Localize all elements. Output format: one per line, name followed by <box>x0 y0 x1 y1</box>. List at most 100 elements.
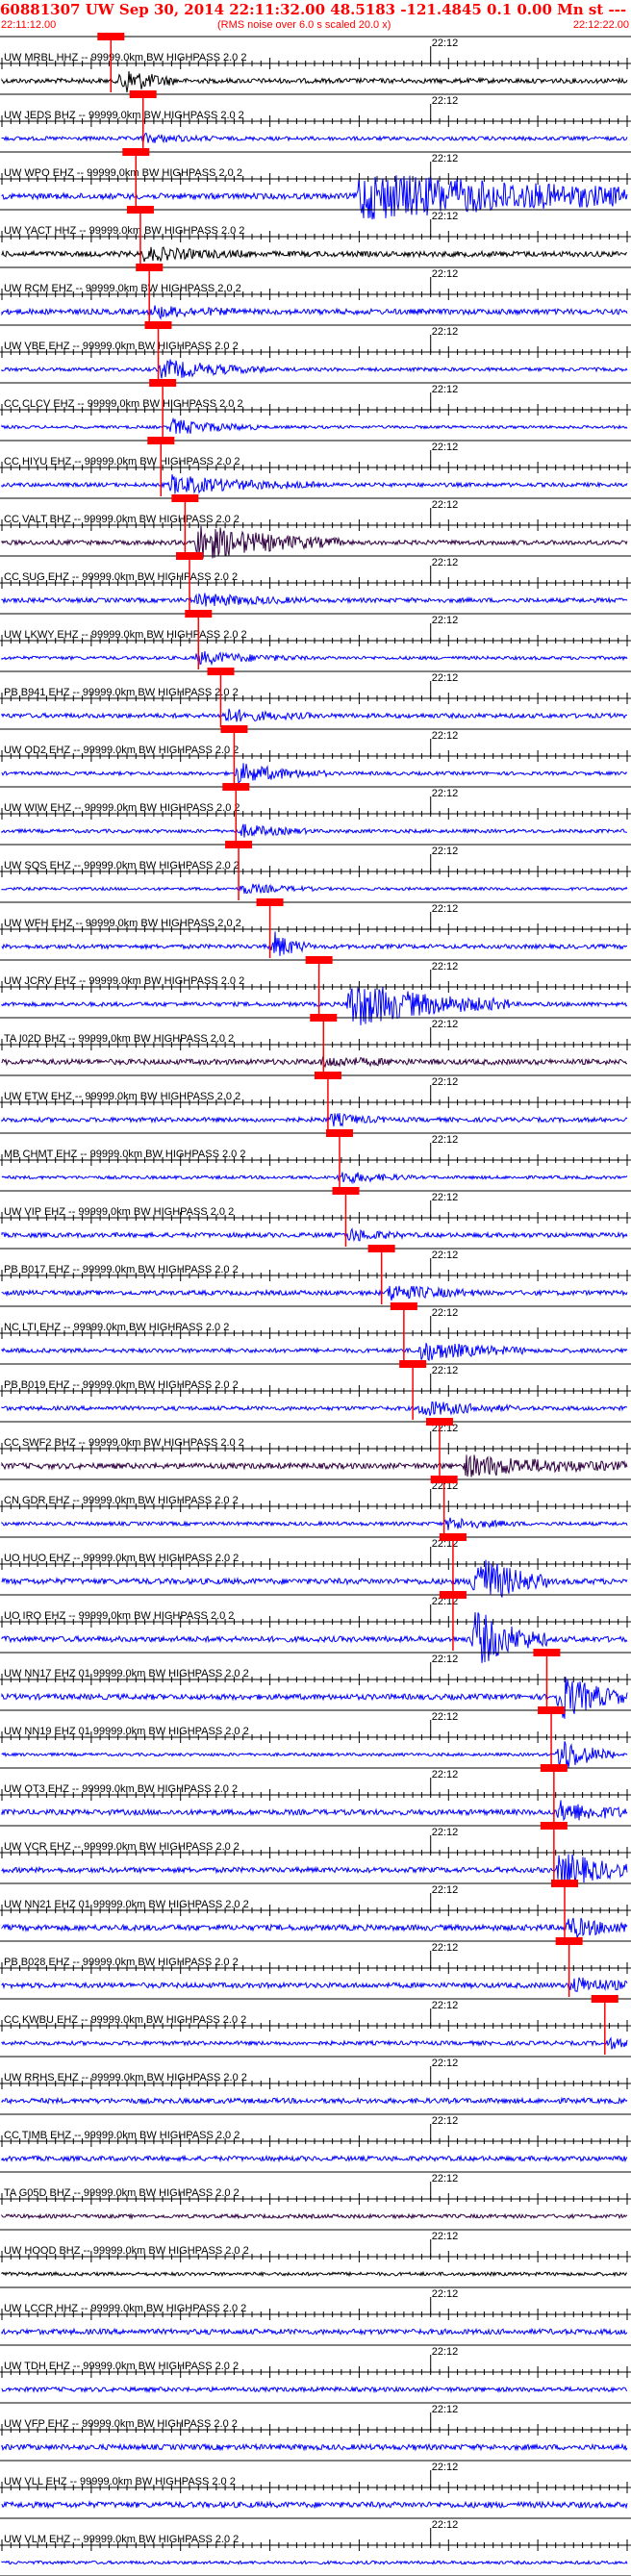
phase-pick-flag <box>390 1302 417 1310</box>
station-label: PB B941 EHZ -- 99999.0km BW HIGHPASS 2.0… <box>4 687 239 698</box>
waveform-trace <box>1 1285 628 1301</box>
waveform-trace <box>1 246 628 263</box>
waveform-trace <box>1 1677 628 1719</box>
waveform-trace <box>1 175 628 220</box>
waveform-trace <box>1 525 628 559</box>
phase-pick-flag <box>97 33 125 40</box>
waveform-trace <box>1 763 628 785</box>
minute-label: 22:12 <box>432 557 459 568</box>
minute-label: 22:12 <box>432 211 459 222</box>
minute-label: 22:12 <box>432 1076 459 1088</box>
station-label: UW VBE EHZ -- 99999.0km BW HIGHPASS 2.0 … <box>4 341 239 352</box>
minute-label: 22:12 <box>432 2519 459 2531</box>
waveform-trace <box>1 931 627 956</box>
phase-pick-flag <box>540 1764 568 1772</box>
station-label: MB CHMT EHZ -- 99999.0km BW HIGHPASS 2.0… <box>4 1149 245 1160</box>
minute-label: 22:12 <box>432 2115 459 2127</box>
waveform-trace <box>1 1917 628 1938</box>
minute-label: 22:12 <box>432 1827 459 1838</box>
station-label: UW WPO EHZ -- 99999.0km BW HIGHPASS 2.0 … <box>4 167 242 179</box>
phase-pick-flag <box>551 1880 578 1887</box>
minute-label: 22:12 <box>432 1942 459 1954</box>
minute-label: 22:12 <box>432 38 459 49</box>
waveform-trace <box>1 650 628 667</box>
minute-label: 22:12 <box>432 961 459 972</box>
minute-label: 22:12 <box>432 2000 459 2011</box>
station-label: UW TDH EHZ -- 99999.0km BW HIGHPASS 2.0 … <box>4 2361 239 2372</box>
station-label: UW OD2 EHZ -- 99999.0km BW HIGHPASS 2.0 … <box>4 745 239 756</box>
station-label: UW NN19 EHZ 01 99999.0km BW HIGHPASS 2.0… <box>4 1726 249 1737</box>
station-label: UW LCCR HHZ -- 99999.0km BW HIGHPASS 2.0… <box>4 2303 246 2314</box>
minute-label: 22:12 <box>432 1365 459 1376</box>
station-label: UW RRHS EHZ -- 99999.0km BW HIGHPASS 2.0… <box>4 2072 247 2084</box>
time-start-label: 22:11:12.00 <box>1 19 57 31</box>
waveform-trace <box>1 2500 628 2510</box>
minute-label: 22:12 <box>432 615 459 626</box>
phase-pick-flag <box>591 1995 618 2003</box>
minute-label: 22:12 <box>432 2058 459 2069</box>
phase-pick-flag <box>171 494 199 502</box>
station-label: UW LKWY EHZ -- 99999.0km BW HIGHPASS 2.0… <box>4 629 247 641</box>
waveform-trace <box>1 2036 628 2050</box>
phase-pick-flag <box>207 668 235 675</box>
station-label: UW JEDS BHZ -- 99999.0km BW HIGHPASS 2.0… <box>4 110 244 121</box>
minute-label: 22:12 <box>432 788 459 799</box>
waveform-trace <box>1 1113 628 1127</box>
station-label: UW VLM EHZ -- 99999.0km BW HIGHPASS 2.0 … <box>4 2534 239 2545</box>
minute-label: 22:12 <box>432 1250 459 1261</box>
station-label: CC TIMB EHZ -- 99999.0km BW HIGHPASS 2.0… <box>4 2130 240 2141</box>
station-label: CN GDR EHZ -- 99999.0km BW HIGHPASS 2.0 … <box>4 1495 239 1506</box>
minute-label: 22:12 <box>432 2231 459 2242</box>
station-label: UW VCR EHZ -- 99999.0km BW HIGHPASS 2.0 … <box>4 1841 240 1853</box>
minute-label: 22:12 <box>432 499 459 511</box>
minute-label: 22:12 <box>432 672 459 684</box>
event-title: 60881307 UW Sep 30, 2014 22:11:32.00 48.… <box>0 1 631 18</box>
waveform-trace <box>1 1055 627 1069</box>
waveform-trace <box>1 1741 628 1770</box>
waveform-trace <box>1 359 628 379</box>
phase-pick-flag <box>430 1476 458 1483</box>
phase-pick-flag <box>439 1533 467 1541</box>
phase-pick-flag <box>426 1418 453 1426</box>
minute-label: 22:12 <box>432 730 459 742</box>
phase-pick-flag <box>538 1706 566 1714</box>
minute-label: 22:12 <box>432 1019 459 1030</box>
waveform-trace <box>1 70 628 93</box>
station-label: UW OT3 EHZ -- 99999.0km BW HIGHPASS 2.0 … <box>4 1783 238 1795</box>
waveform-trace <box>1 2327 628 2336</box>
plot-header: 60881307 UW Sep 30, 2014 22:11:32.00 48.… <box>0 0 631 33</box>
station-label: CC HIYU EHZ -- 99999.0km BW HIGHPASS 2.0… <box>4 456 240 467</box>
station-label: TA I02D BHZ -- 99999.0km BW HIGHPASS 2.0… <box>4 1033 234 1045</box>
minute-label: 22:12 <box>432 2404 459 2415</box>
station-label: CC KWBU EHZ -- 99999.0km BW HIGHPASS 2.0… <box>4 2014 246 2026</box>
minute-label: 22:12 <box>432 153 459 164</box>
minute-label: 22:12 <box>432 1192 459 1203</box>
station-label: UW MRBL HHZ -- 99999.0km BW HIGHPASS 2.0… <box>4 52 246 63</box>
minute-label: 22:12 <box>432 2462 459 2473</box>
phase-pick-flag <box>220 725 248 733</box>
station-label: UW JCRV EHZ -- 99999.0km BW HIGHPASS 2.0… <box>4 975 244 987</box>
phase-pick-flag <box>314 1072 341 1079</box>
phase-pick-flag <box>176 552 203 560</box>
waveform-trace <box>1 132 628 144</box>
phase-pick-flag <box>136 264 164 271</box>
phase-pick-flag <box>185 610 213 618</box>
minute-label: 22:12 <box>432 326 459 338</box>
waveform-trace <box>1 305 628 320</box>
phase-pick-flag <box>533 1649 561 1656</box>
station-label: CC SUG EHZ -- 99999.0km BW HIGHPASS 2.0 … <box>4 571 238 583</box>
station-label: CC VALT BHZ -- 99999.0km BW HIGHPASS 2.0… <box>4 514 240 525</box>
minute-label: 22:12 <box>432 1654 459 1665</box>
time-end-label: 22:12:22.00 <box>572 19 629 31</box>
station-label: PB B017 EHZ -- 99999.0km BW HIGHPASS 2.0… <box>4 1264 239 1275</box>
station-label: UW ETW EHZ -- 99999.0km BW HIGHPASS 2.0 … <box>4 1091 240 1102</box>
station-label: UW VLL EHZ -- 99999.0km BW HIGHPASS 2.0 … <box>4 2476 236 2488</box>
waveform-trace <box>1 708 628 722</box>
station-label: UW RCM EHZ -- 99999.0km BW HIGHPASS 2.0 … <box>4 283 241 294</box>
waveform-trace <box>1 883 628 894</box>
station-label: CC CLCV EHZ -- 99999.0km BW HIGHPASS 2.0… <box>4 398 243 410</box>
station-label: UW YACT HHZ -- 99999.0km BW HIGHPASS 2.0… <box>4 225 244 237</box>
phase-pick-flag <box>126 206 154 214</box>
station-label: UW WFH EHZ -- 99999.0km BW HIGHPASS 2.0 … <box>4 918 241 929</box>
minute-label: 22:12 <box>432 2346 459 2358</box>
